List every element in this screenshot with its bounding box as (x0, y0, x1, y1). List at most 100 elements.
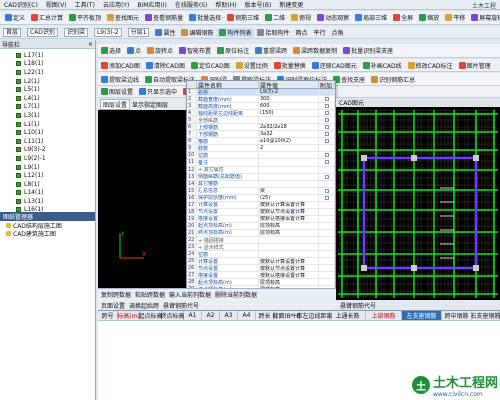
property-row[interactable]: 17 计算设置 按默认计算设置计算 (187, 201, 335, 209)
tree-item[interactable]: L4(1) (0, 94, 95, 103)
menu-online[interactable]: 在线服务(S) (171, 0, 212, 9)
component-select[interactable]: L9(3)-2 (93, 27, 122, 37)
tree-item[interactable]: L10(1) (0, 128, 95, 137)
column-header[interactable]: 跨中钢筋 (442, 311, 472, 320)
tb1-button[interactable]: 屏幕旋转 (468, 13, 500, 22)
tb3-button[interactable]: 点 (124, 46, 144, 55)
property-value[interactable]: 2⌀32/2⌀18 (259, 124, 319, 131)
tb1-button[interactable]: 查看钢筋量 (142, 13, 186, 22)
property-row[interactable]: 23 + 显示样式 (187, 244, 335, 252)
property-value[interactable] (259, 180, 319, 187)
property-row[interactable]: 16 保护层厚度(mm) (25) (187, 194, 335, 202)
floor-select[interactable]: 首层 (3, 27, 22, 37)
extra-checkbox[interactable] (325, 160, 329, 165)
property-row[interactable]: 5 全部纵筋 (187, 117, 335, 125)
tb2-rebar-button[interactable]: 编辑钢筋 (178, 28, 216, 37)
property-row[interactable]: 19 搭接设置 按默认搭接设置计算 (187, 215, 335, 223)
property-row[interactable]: 6 上部钢筋 2⌀32/2⌀18 (187, 124, 335, 132)
property-row[interactable]: 27 搭接设置 按默认搭接设置计算 (187, 272, 335, 280)
swap-start-button[interactable]: 调换起始跨 (129, 301, 159, 310)
tree-item[interactable]: L17(1) (0, 51, 95, 60)
property-row[interactable]: 2 截面宽度(mm) 300 (187, 96, 335, 104)
tb1-button[interactable]: 俯视 (288, 13, 314, 22)
property-row[interactable]: 28 起点顶标高(m) 层顶标高 (187, 279, 335, 287)
extra-checkbox[interactable] (325, 188, 329, 193)
tb3-button[interactable]: 批量识别梁支座 (340, 46, 396, 55)
drawing-view[interactable] (336, 98, 500, 300)
paste-span-button[interactable]: 粘贴跨数据 (135, 290, 165, 299)
property-value[interactable] (259, 159, 319, 166)
tree-item[interactable]: L7(1) (0, 103, 95, 112)
tb3-button[interactable]: 梁跨数据复制 (290, 46, 340, 55)
tb1-button[interactable]: 平移 (442, 13, 468, 22)
property-value[interactable] (259, 117, 319, 124)
tb4-button[interactable]: 添加CAD图 (98, 61, 143, 70)
column-header[interactable]: A4 (238, 311, 256, 320)
tree-item[interactable]: L12(1) (0, 171, 95, 180)
property-row[interactable]: 10 拉筋 (187, 152, 335, 160)
tree-item[interactable]: L8(1) (0, 180, 95, 189)
property-value[interactable]: ⌀10@100(2) (259, 138, 319, 145)
tb3-button[interactable]: 重提梁跨 (252, 46, 290, 55)
column-header[interactable]: 右支座钢筋 (471, 311, 500, 320)
property-row[interactable]: 21 终点顶标高(m) 层顶标高 (187, 229, 335, 237)
tb2-twopoint-button[interactable]: 两点 (293, 28, 311, 37)
tb2-parallel-button[interactable]: 平行 (311, 28, 329, 37)
tree-item[interactable]: L9(1) (0, 163, 95, 172)
property-value[interactable]: 层顶标高 (259, 229, 319, 236)
tree-item[interactable]: L2(1) (0, 77, 95, 86)
nav-item[interactable]: CAD建筑施工图 (0, 229, 95, 238)
property-row[interactable]: 22 + 锚固搭接 (187, 236, 335, 245)
property-value[interactable]: 300 (259, 96, 319, 103)
tb1-button[interactable]: 局部三维 (352, 13, 390, 22)
property-row[interactable]: 25 计算设置 按默认计算设置计算 (187, 258, 335, 266)
tree-item[interactable]: L22(1) (0, 68, 95, 77)
tab-show-layer[interactable]: 显示指定图层 (132, 100, 168, 109)
property-value[interactable]: (150) (259, 110, 319, 117)
tree-item[interactable]: L5(1) (0, 85, 95, 94)
tb4-button[interactable]: 补画CAD线 (360, 61, 405, 70)
menu-cad[interactable]: CAD识别(C) (0, 0, 42, 9)
tree-item[interactable]: L14(1) (0, 189, 95, 198)
extra-checkbox[interactable] (325, 118, 329, 123)
property-value[interactable] (259, 236, 319, 244)
property-value[interactable] (259, 244, 319, 251)
menu-new-change[interactable]: 新建变更 (275, 0, 307, 9)
menu-tools[interactable]: 工具(T) (71, 0, 99, 9)
property-value[interactable] (259, 166, 319, 173)
category-select[interactable]: CAD识别 (27, 27, 58, 37)
column-header[interactable]: 上通长筋 (330, 311, 366, 320)
property-row[interactable]: 24 拉筋 (187, 251, 335, 259)
property-row[interactable]: 12 + 其它属性 (187, 166, 335, 174)
input-column-button[interactable]: 输入当前列数据 (169, 290, 211, 299)
tb6-button[interactable]: 只显示选中 (136, 87, 180, 96)
tb3-button[interactable]: 智能布置 (176, 46, 214, 55)
property-value[interactable]: 按默认节点设置计算 (259, 265, 319, 272)
property-value[interactable]: 按默认搭接设置计算 (259, 215, 319, 222)
tree-item[interactable]: L11(1) (0, 137, 95, 146)
property-value[interactable]: 3⌀32 (259, 131, 319, 138)
column-header[interactable]: 标高(m) (117, 311, 140, 320)
tb2-pick-button[interactable]: 拾取构件 (254, 28, 292, 37)
menu-bim[interactable]: BIM应用(I) (133, 0, 171, 9)
property-row[interactable]: 26 节点设置 按默认节点设置计算 (187, 265, 335, 273)
property-value[interactable] (259, 173, 319, 180)
tb1-button[interactable]: 定义 (2, 13, 28, 22)
property-row[interactable]: 4 轴线距梁左边线距离 (150) (187, 110, 335, 118)
tb4-button[interactable]: 图片管理 (456, 61, 494, 70)
property-row[interactable]: 7 下部钢筋 3⌀32 (187, 131, 335, 139)
extra-checkbox[interactable] (325, 174, 329, 179)
tb3-button[interactable]: 选择 (98, 46, 124, 55)
tree-item[interactable]: L3(1) (0, 111, 95, 120)
layer-select[interactable]: 识别梁 (63, 27, 88, 37)
tb4-button[interactable]: 定位CAD图 (188, 61, 233, 70)
close-icon[interactable]: × (88, 41, 93, 48)
tb2-attr-button[interactable]: 属性 (152, 28, 178, 37)
tb1-button[interactable]: 批量选择 (186, 13, 224, 22)
property-value[interactable]: L9(3)-2 (259, 89, 319, 96)
property-value[interactable] (259, 251, 319, 258)
property-row[interactable]: 3 截面高度(mm) 600 (187, 103, 335, 111)
column-header[interactable]: 上部钢筋 (366, 311, 402, 320)
tree-item[interactable]: L1(1) (0, 120, 95, 129)
menu-version[interactable]: 版本号(B) (241, 0, 276, 9)
